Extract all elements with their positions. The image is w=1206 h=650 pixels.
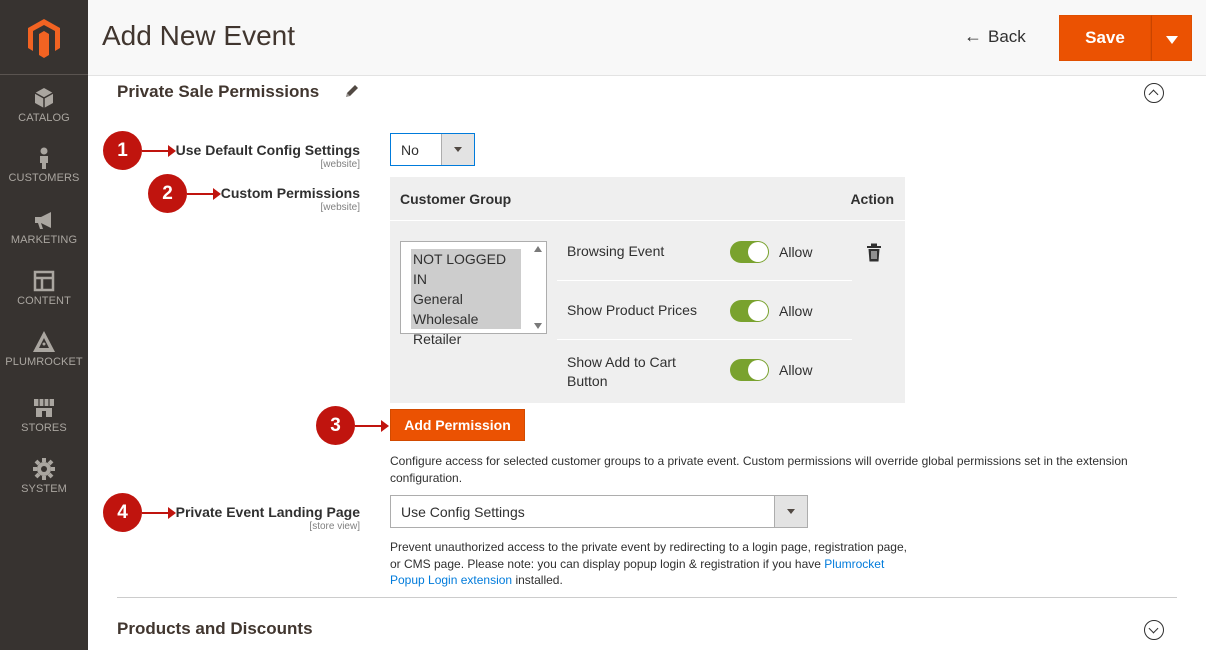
plumrocket-icon (33, 331, 55, 352)
sidebar-item-stores[interactable]: STORES (0, 396, 88, 456)
browsing-event-toggle[interactable] (730, 241, 769, 263)
toggle-state-label: Allow (779, 362, 813, 378)
option-general[interactable]: General (411, 289, 521, 309)
step-marker-4: 4 (103, 493, 142, 532)
permission-name: Show Product Prices (567, 302, 697, 318)
sidebar-item-catalog[interactable]: CATALOG (0, 86, 88, 146)
back-button-label: Back (988, 27, 1026, 46)
sidebar-item-plumrocket[interactable]: PLUMROCKET (0, 330, 88, 390)
landing-note-suffix: installed. (512, 573, 563, 587)
show-add-to-cart-toggle[interactable] (730, 359, 769, 381)
landing-page-select[interactable]: Use Config Settings (390, 495, 808, 528)
column-header-action: Action (850, 191, 894, 207)
sidebar-item-label: STORES (21, 422, 67, 434)
cube-icon (34, 88, 54, 108)
page-title: Add New Event (102, 20, 295, 51)
magento-logo[interactable] (0, 0, 88, 75)
customer-group-multiselect[interactable]: NOT LOGGED IN General Wholesale Retailer (400, 241, 547, 347)
sidebar-item-label: CATALOG (18, 112, 70, 124)
scope-website: [website] (320, 159, 360, 170)
person-icon (40, 147, 48, 169)
permission-name: Browsing Event (567, 243, 665, 259)
arrow-right-icon (142, 507, 176, 519)
megaphone-icon (35, 212, 51, 229)
option-wholesale[interactable]: Wholesale (411, 309, 521, 329)
section-title-private-sale-permissions[interactable]: Private Sale Permissions (117, 82, 319, 102)
arrow-left-icon: ← (964, 26, 982, 46)
section-divider (117, 597, 1177, 598)
add-permission-button[interactable]: Add Permission (390, 409, 525, 441)
back-button[interactable]: ← Back (964, 26, 1026, 47)
save-button[interactable]: Save (1059, 15, 1151, 61)
column-header-customer-group: Customer Group (400, 191, 512, 207)
selected-options: NOT LOGGED IN General Wholesale Retailer (411, 249, 521, 347)
use-default-config-select[interactable]: No (390, 133, 475, 166)
toggle-state-label: Allow (779, 303, 813, 319)
select-value: Use Config Settings (401, 504, 525, 520)
sidebar-item-label: MARKETING (10, 234, 78, 246)
sidebar-item-label: CONTENT (17, 295, 71, 307)
sidebar-item-label: SYSTEM (21, 483, 67, 495)
sidebar-item-marketing[interactable]: MARKETING (0, 208, 88, 268)
step-marker-1: 1 (103, 131, 142, 170)
arrow-right-icon (142, 145, 176, 157)
select-value: No (401, 142, 419, 158)
scope-website: [website] (320, 202, 360, 213)
section-title-products-and-discounts[interactable]: Products and Discounts (117, 619, 313, 639)
magento-logo-icon (28, 19, 60, 58)
layout-icon (33, 270, 55, 292)
sidebar-item-label: PLUMROCKET (5, 356, 83, 368)
pencil-icon[interactable] (344, 83, 360, 99)
chevron-down-icon (774, 496, 807, 527)
page-header: Add New Event ← Back Save (88, 0, 1206, 76)
scope-store-view: [store view] (309, 521, 360, 532)
permission-row-show-add-to-cart: Show Add to Cart Button Allow (557, 340, 852, 399)
gear-icon (33, 458, 55, 480)
show-product-prices-toggle[interactable] (730, 300, 769, 322)
collapse-section-icon[interactable] (1144, 83, 1164, 103)
permission-row-browsing-event: Browsing Event Allow (557, 222, 852, 281)
use-default-config-label: Use Default Config Settings (175, 142, 360, 158)
sidebar-item-content[interactable]: CONTENT (0, 269, 88, 329)
step-marker-3: 3 (316, 406, 355, 445)
arrow-right-icon (187, 188, 221, 200)
permission-name: Show Add to Cart Button (567, 354, 676, 389)
landing-page-label: Private Event Landing Page (175, 504, 360, 520)
chevron-down-icon (441, 134, 474, 165)
sidebar-item-label: CUSTOMERS (8, 172, 80, 184)
admin-sidebar: CATALOG CUSTOMERS MARKETING CONTENT PLUM… (0, 0, 88, 650)
storefront-icon (34, 399, 54, 417)
trash-icon[interactable] (866, 243, 882, 262)
landing-page-note: Prevent unauthorized access to the priva… (390, 539, 910, 589)
custom-permissions-label: Custom Permissions (220, 185, 360, 201)
toggle-state-label: Allow (779, 244, 813, 260)
option-not-logged-in[interactable]: NOT LOGGED IN (411, 249, 521, 289)
scroll-up-icon[interactable] (534, 246, 542, 252)
scroll-down-icon[interactable] (534, 323, 542, 329)
arrow-right-icon (355, 420, 389, 432)
permissions-grid: Customer Group Action NOT LOGGED IN Gene… (390, 177, 905, 403)
expand-section-icon[interactable] (1144, 620, 1164, 640)
sidebar-item-customers[interactable]: CUSTOMERS (0, 146, 88, 206)
grid-header: Customer Group Action (390, 177, 905, 221)
option-retailer[interactable]: Retailer (411, 329, 521, 349)
permissions-note: Configure access for selected customer g… (390, 454, 1128, 485)
sidebar-item-system[interactable]: SYSTEM (0, 457, 88, 517)
save-dropdown-toggle[interactable] (1151, 15, 1192, 61)
step-marker-2: 2 (148, 174, 187, 213)
permission-row-show-product-prices: Show Product Prices Allow (557, 281, 852, 340)
